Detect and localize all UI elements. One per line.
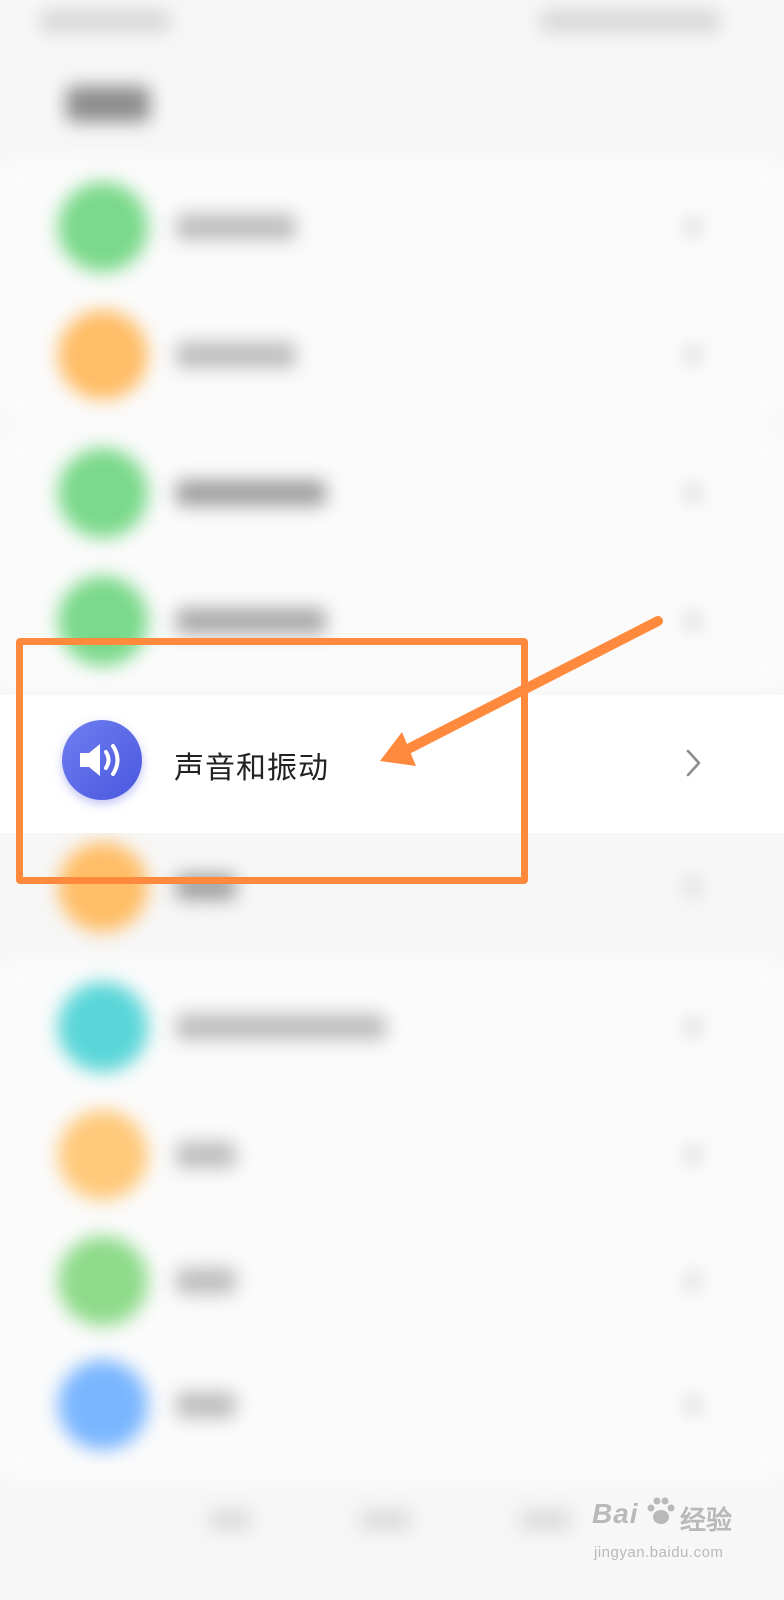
annotation-pointer-arrow xyxy=(380,616,663,766)
watermark-brand-suffix: 经验 xyxy=(680,1505,733,1535)
baidu-jingyan-watermark: Bai 经验 jingyan.baidu.com xyxy=(592,1488,762,1584)
paw-icon xyxy=(647,1497,675,1524)
watermark-url: jingyan.baidu.com xyxy=(594,1544,724,1561)
watermark-brand: Bai xyxy=(592,1498,639,1529)
